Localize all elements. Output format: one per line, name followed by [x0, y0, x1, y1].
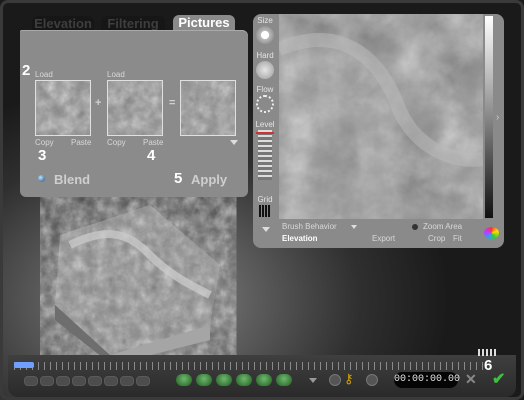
- tab-filtering[interactable]: Filtering: [101, 16, 165, 31]
- level-slider[interactable]: [258, 130, 272, 180]
- key-button-3[interactable]: [56, 376, 70, 386]
- confirm-check-icon[interactable]: ✔: [492, 369, 505, 389]
- heightmap-canvas[interactable]: [279, 14, 483, 219]
- copy-button-2[interactable]: Copy: [107, 138, 126, 147]
- crop-button[interactable]: Crop: [428, 234, 445, 243]
- grid-toggle-icon[interactable]: [259, 205, 271, 217]
- plus-operator: +: [95, 97, 102, 109]
- callout-2: 2: [22, 62, 31, 79]
- copy-button-1[interactable]: Copy: [35, 138, 54, 147]
- flow-label: Flow: [256, 85, 274, 94]
- key-button-7[interactable]: [120, 376, 134, 386]
- timeline-ruler[interactable]: [14, 362, 484, 370]
- callout-5: 5: [174, 170, 183, 187]
- play-button[interactable]: [236, 374, 252, 386]
- key-button-4[interactable]: [72, 376, 86, 386]
- blend-label[interactable]: Blend: [54, 172, 90, 187]
- key-icon[interactable]: ⚷: [344, 372, 354, 385]
- callout-4: 4: [147, 147, 156, 164]
- hard-brush-button[interactable]: [256, 61, 274, 79]
- fit-button[interactable]: Fit: [453, 234, 462, 243]
- result-dropdown-icon[interactable]: [230, 140, 238, 145]
- step-back-button[interactable]: [196, 374, 212, 386]
- key-button-2[interactable]: [40, 376, 54, 386]
- load-button-1[interactable]: Load: [35, 70, 53, 79]
- panel-collapse-chevron-icon[interactable]: [262, 227, 270, 232]
- tab-elevation[interactable]: Elevation: [32, 16, 94, 31]
- terrain-3d-preview: [55, 205, 220, 365]
- brush-behavior-dropdown[interactable]: Brush Behavior: [282, 222, 337, 231]
- go-to-start-button[interactable]: [176, 374, 192, 386]
- step-forward-button[interactable]: [256, 374, 272, 386]
- chevron-down-icon[interactable]: [309, 378, 317, 383]
- key-button-6[interactable]: [104, 376, 118, 386]
- apply-button[interactable]: Apply: [191, 172, 227, 187]
- blend-toggle-icon[interactable]: [38, 175, 45, 182]
- elevation-gradient-bar: [485, 16, 493, 218]
- key-button-5[interactable]: [88, 376, 102, 386]
- timeline-zoom-steps-icon: [478, 349, 498, 356]
- flow-brush-button[interactable]: [256, 95, 274, 113]
- timeline-playhead[interactable]: [14, 362, 34, 368]
- color-palette-icon[interactable]: [484, 227, 499, 239]
- equals-operator: =: [169, 97, 176, 109]
- terragen-app-window: Elevation Filtering Pictures 1 2 Load Lo…: [0, 0, 524, 400]
- stop-button[interactable]: [216, 374, 232, 386]
- scroll-right-icon[interactable]: ›: [496, 112, 499, 123]
- time-display[interactable]: 00:00:00.00: [394, 372, 460, 388]
- load-button-2[interactable]: Load: [107, 70, 125, 79]
- paste-button-2[interactable]: Paste: [143, 138, 163, 147]
- callout-3: 3: [38, 147, 47, 164]
- zoom-area-button[interactable]: Zoom Area: [423, 222, 462, 231]
- picture-result: [180, 80, 236, 136]
- prev-key-button[interactable]: [329, 374, 341, 386]
- paste-button-1[interactable]: Paste: [71, 138, 91, 147]
- level-label: Level: [255, 120, 275, 129]
- mode-label: Elevation: [282, 234, 318, 243]
- tab-pictures[interactable]: Pictures: [173, 15, 235, 31]
- grid-label: Grid: [257, 195, 273, 204]
- brush-behavior-chevron-icon[interactable]: [351, 225, 357, 229]
- next-key-button[interactable]: [366, 374, 378, 386]
- key-button-1[interactable]: [24, 376, 38, 386]
- zoom-area-icon[interactable]: [412, 224, 418, 230]
- level-marker: [256, 132, 274, 134]
- cancel-icon[interactable]: ✕: [465, 371, 477, 388]
- picture-slot-1[interactable]: [35, 80, 91, 136]
- export-button[interactable]: Export: [372, 234, 395, 243]
- go-to-end-button[interactable]: [276, 374, 292, 386]
- key-button-8[interactable]: [136, 376, 150, 386]
- size-brush-button[interactable]: [256, 26, 274, 44]
- size-label: Size: [257, 16, 273, 25]
- picture-slot-2[interactable]: [107, 80, 163, 136]
- hard-label: Hard: [256, 51, 274, 60]
